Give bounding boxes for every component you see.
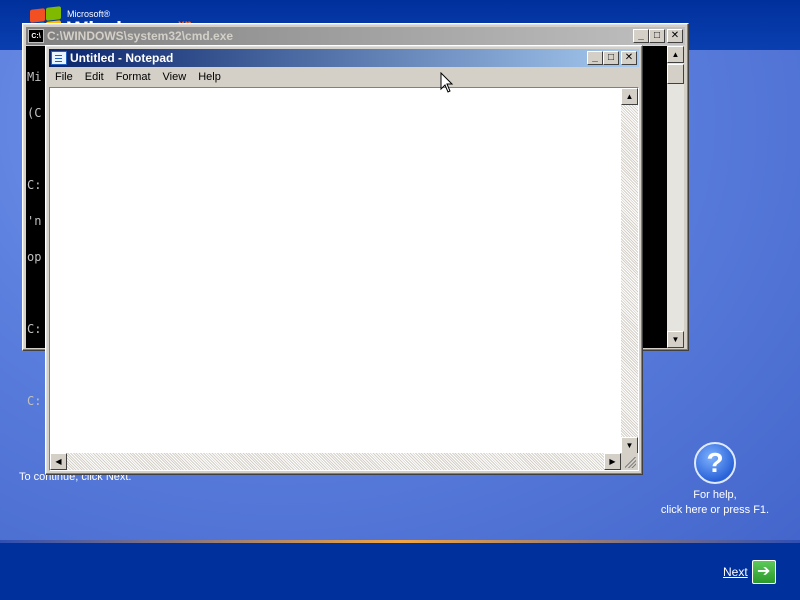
cmd-title: C:\WINDOWS\system32\cmd.exe xyxy=(47,29,234,43)
menu-edit[interactable]: Edit xyxy=(79,71,110,83)
notepad-edit-area[interactable]: ▲ ▼ ◀ ▶ xyxy=(49,87,639,471)
scroll-right-button[interactable]: ▶ xyxy=(604,453,621,470)
notepad-horizontal-scrollbar[interactable]: ◀ ▶ xyxy=(50,453,621,470)
menu-help[interactable]: Help xyxy=(192,71,227,83)
cmd-icon: C:\ xyxy=(28,29,44,43)
arrow-right-icon[interactable]: ➔ xyxy=(751,560,776,584)
cmd-vertical-scrollbar[interactable]: ▲ ▼ xyxy=(667,46,684,348)
next-control[interactable]: Next ➔ xyxy=(723,560,776,584)
size-grip[interactable] xyxy=(621,453,638,470)
help-text-line1[interactable]: For help, xyxy=(640,488,790,503)
menu-file[interactable]: File xyxy=(49,71,79,83)
notepad-menubar: File Edit Format View Help xyxy=(49,68,639,86)
next-label[interactable]: Next xyxy=(723,565,748,579)
minimize-button[interactable]: _ xyxy=(633,29,649,43)
close-button[interactable]: ✕ xyxy=(621,51,637,65)
notepad-vertical-scrollbar[interactable]: ▲ ▼ xyxy=(621,88,638,454)
scroll-down-button[interactable]: ▼ xyxy=(667,331,684,348)
mouse-cursor-icon xyxy=(440,72,454,93)
maximize-button[interactable]: □ xyxy=(649,29,665,43)
notepad-title: Untitled - Notepad xyxy=(70,51,174,65)
notepad-titlebar[interactable]: Untitled - Notepad _ □ ✕ xyxy=(49,49,639,67)
question-icon[interactable]: ? xyxy=(694,442,736,484)
menu-view[interactable]: View xyxy=(157,71,193,83)
scroll-up-button[interactable]: ▲ xyxy=(667,46,684,63)
close-button[interactable]: ✕ xyxy=(667,29,683,43)
maximize-button[interactable]: □ xyxy=(603,51,619,65)
help-link[interactable]: ? For help, click here or press F1. xyxy=(640,442,790,518)
scroll-left-button[interactable]: ◀ xyxy=(50,453,67,470)
notepad-icon xyxy=(51,51,67,65)
menu-format[interactable]: Format xyxy=(110,71,157,83)
help-text-line2[interactable]: click here or press F1. xyxy=(640,503,790,518)
bottom-band xyxy=(0,543,800,600)
notepad-window[interactable]: Untitled - Notepad _ □ ✕ File Edit Forma… xyxy=(45,45,643,475)
scroll-down-button[interactable]: ▼ xyxy=(621,437,638,454)
minimize-button[interactable]: _ xyxy=(587,51,603,65)
scroll-thumb[interactable] xyxy=(667,64,684,84)
scroll-up-button[interactable]: ▲ xyxy=(621,88,638,105)
notepad-text[interactable] xyxy=(52,90,622,452)
cmd-titlebar[interactable]: C:\ C:\WINDOWS\system32\cmd.exe _ □ ✕ xyxy=(26,27,685,45)
